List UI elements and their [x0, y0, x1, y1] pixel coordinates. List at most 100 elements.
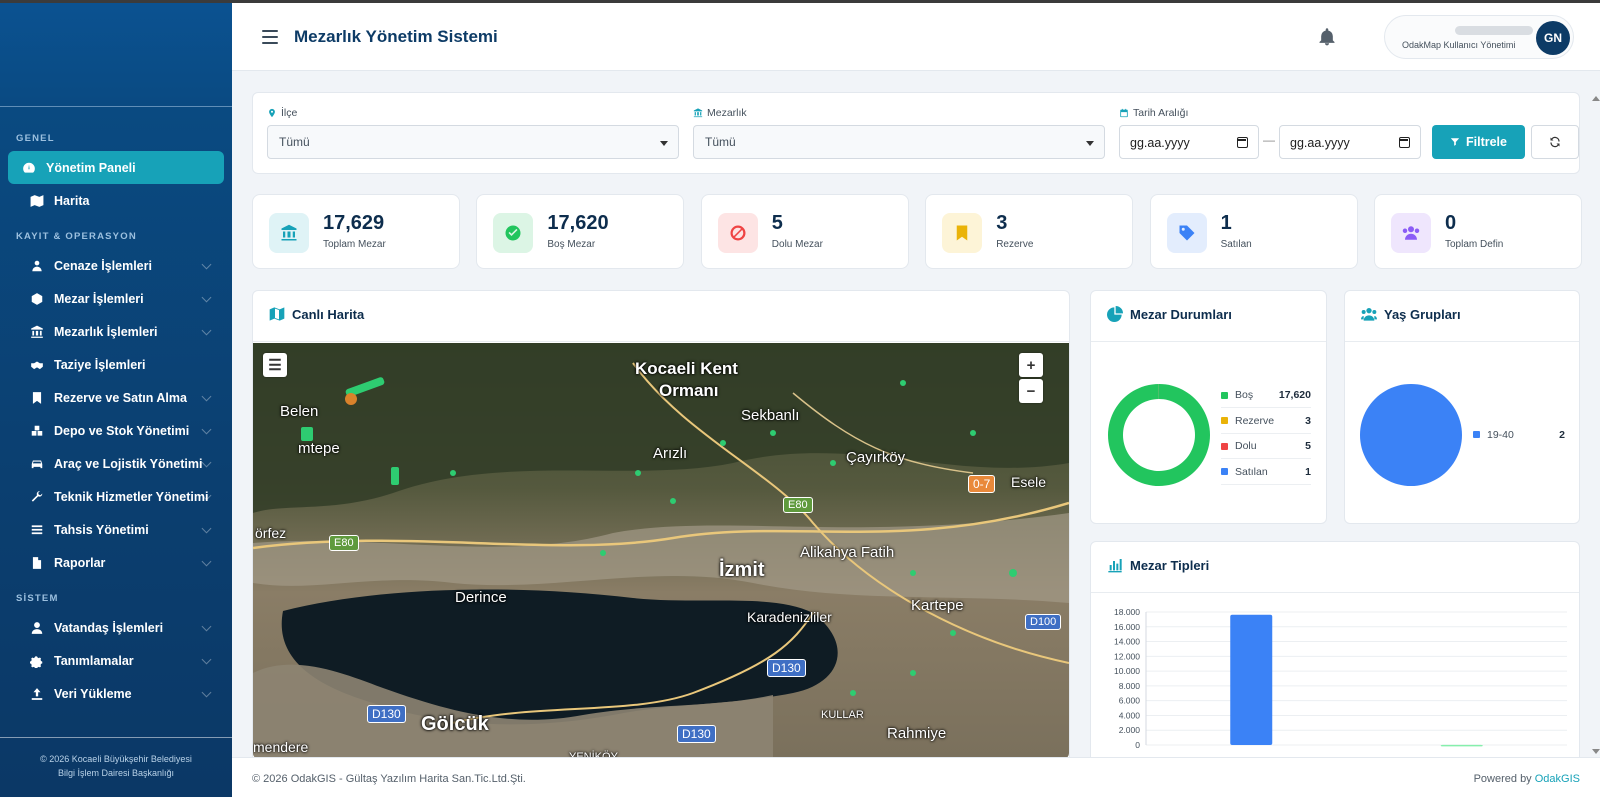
sidebar-item-raporlar[interactable]: Raporlar: [8, 546, 224, 579]
map-place-label: D100: [1025, 614, 1062, 630]
map-place-label: mtepe: [298, 440, 340, 457]
chevron-down-icon: [201, 325, 212, 336]
footer-copyright: © 2026 OdakGIS - Gültaş Yazılım Harita S…: [252, 773, 526, 785]
sidebar-item-araç-ve-lojistik-yönetimi[interactable]: Araç ve Lojistik Yönetimi: [8, 447, 224, 480]
scroll-up-icon[interactable]: [1592, 96, 1600, 101]
sidebar-item-rezerve-ve-satın-alma[interactable]: Rezerve ve Satın Alma: [8, 381, 224, 414]
cogs-icon: [30, 654, 44, 668]
ilce-select[interactable]: Tümü: [267, 125, 679, 159]
bar-0[interactable]: [1230, 614, 1273, 745]
calendar-icon[interactable]: [1237, 137, 1248, 148]
legend-label: 19-40: [1487, 428, 1514, 441]
mezar-tipleri-bar-chart: 18.000 16.000 14.000 12.000 10.000 8.000 6.000…: [1114, 607, 1567, 750]
map-place-label: KULLAR: [821, 709, 864, 721]
map-place-label: Belen: [280, 403, 319, 420]
sidebar-item-depo-ve-stok-yönetimi[interactable]: Depo ve Stok Yönetimi: [8, 414, 224, 447]
boxes-icon: [30, 424, 44, 438]
mezar-tipleri-panel: Mezar Tipleri 18.000 16.000 14.000 12.000 10…: [1090, 541, 1580, 760]
map-place-label: Kartepe: [911, 597, 964, 614]
mezarlik-label: Mezarlık: [693, 107, 747, 119]
stat-card-toplam-defin: 0 Toplam Defin: [1374, 194, 1582, 269]
zoom-out-button[interactable]: −: [1019, 379, 1043, 403]
stat-label: Satılan: [1220, 239, 1252, 250]
map-place-label: Kocaeli Kent: [635, 359, 738, 378]
live-map[interactable]: Kocaeli Kent Ormanı Belen mtepe Sekbanlı Arız…: [253, 343, 1069, 759]
legend-swatch: [1221, 468, 1228, 475]
hamburger-menu-icon[interactable]: [262, 30, 278, 44]
map-place-label: Gölcük: [421, 713, 489, 735]
sidebar-item-label: Depo ve Stok Yönetimi: [54, 423, 190, 438]
stat-card-dolu-mezar: 5 Dolu Mezar: [700, 194, 909, 269]
satellite-map-image[interactable]: [253, 343, 1069, 759]
map-place-label: D130: [767, 659, 806, 677]
chevron-down-icon: [201, 259, 212, 270]
zoom-in-button[interactable]: +: [1019, 353, 1043, 377]
mezar-durumlari-title: Mezar Durumları: [1107, 306, 1232, 322]
mezar-tipleri-title: Mezar Tipleri: [1107, 557, 1209, 573]
legend-swatch: [1473, 431, 1480, 438]
map-icon: [30, 194, 44, 208]
date-end-input[interactable]: gg.aa.yyyy: [1279, 125, 1421, 159]
sidebar-item-teknik-hizmetler-yönetimi[interactable]: Teknik Hizmetler Yönetimi: [8, 480, 224, 513]
sidebar-item-yönetim-paneli[interactable]: Yönetim Paneli: [8, 151, 224, 184]
stat-card-boş-mezar: 17,620 Boş Mezar: [476, 194, 685, 269]
calendar-icon[interactable]: [1399, 137, 1410, 148]
sidebar-item-mezarlık-i-şlemleri[interactable]: Mezarlık İşlemleri: [8, 315, 224, 348]
sidebar-item-taziye-i-şlemleri[interactable]: Taziye İşlemleri: [8, 348, 224, 381]
chevron-down-icon: [201, 523, 212, 534]
stat-card-satılan: 1 Satılan: [1149, 194, 1358, 269]
date-start-input[interactable]: gg.aa.yyyy: [1119, 125, 1259, 159]
legend-item[interactable]: Boş 17,620: [1221, 383, 1311, 408]
legend-item[interactable]: 19-40 2: [1473, 422, 1565, 447]
legend-label: Dolu: [1235, 440, 1257, 452]
check-circle-icon: [493, 213, 534, 253]
sidebar-item-tanımlamalar[interactable]: Tanımlamalar: [8, 644, 224, 677]
legend-swatch: [1221, 442, 1228, 450]
footer-brand-link[interactable]: OdakGIS: [1535, 773, 1580, 785]
mezar-tipleri-title-text: Mezar Tipleri: [1130, 557, 1210, 573]
legend-value: 17,620: [1278, 389, 1311, 401]
sidebar-item-veri-yükleme[interactable]: Veri Yükleme: [8, 677, 224, 710]
bell-icon[interactable]: [1317, 27, 1337, 47]
sidebar-item-label: Raporlar: [54, 555, 106, 570]
layers-list-icon[interactable]: ☰: [263, 353, 287, 377]
y-tick-label: 6.000: [1119, 696, 1141, 706]
refresh-button[interactable]: [1531, 125, 1579, 159]
avatar[interactable]: GN: [1536, 21, 1570, 55]
map-panel: Canlı Harita Kocaeli Kent Ormanı Belen m…: [252, 290, 1070, 760]
yas-gruplari-panel: Yaş Grupları 19-40 2: [1344, 290, 1580, 524]
sidebar-item-vatandaş-i-şlemleri[interactable]: Vatandaş İşlemleri: [8, 611, 224, 644]
donut-slice-boş[interactable]: [1108, 384, 1210, 486]
map-icon: [269, 307, 285, 321]
sidebar-item-tahsis-yönetimi[interactable]: Tahsis Yönetimi: [8, 513, 224, 546]
ban-icon: [717, 213, 758, 253]
scroll-down-icon[interactable]: [1592, 749, 1600, 754]
date-range-separator: —: [1263, 133, 1275, 147]
car-icon: [30, 457, 44, 471]
sidebar-item-label: Rezerve ve Satın Alma: [54, 390, 187, 405]
stat-card-toplam-mezar: 17,629 Toplam Mezar: [252, 194, 460, 269]
filter-button[interactable]: Filtrele: [1432, 125, 1525, 159]
stat-value: 0: [1445, 212, 1457, 234]
legend-item[interactable]: Dolu 5: [1221, 434, 1311, 459]
page-scrollbar[interactable]: [1590, 90, 1600, 760]
sidebar-item-mezar-i-şlemleri[interactable]: Mezar İşlemleri: [8, 282, 224, 315]
mezar-durumlari-title-text: Mezar Durumları: [1130, 306, 1232, 322]
legend-item[interactable]: Rezerve 3: [1221, 409, 1311, 434]
sidebar-item-harita[interactable]: Harita: [8, 184, 224, 217]
legend-item[interactable]: Satılan 1: [1221, 460, 1311, 485]
mezarlik-select[interactable]: Tümü: [693, 125, 1105, 159]
sidebar-item-cenaze-i-şlemleri[interactable]: Cenaze İşlemleri: [8, 249, 224, 282]
bookmark-icon: [942, 213, 983, 253]
box-icon: [30, 292, 44, 306]
bar-1[interactable]: [1440, 744, 1483, 747]
sidebar-item-label: Cenaze İşlemleri: [54, 258, 152, 273]
dashboard-icon: [22, 161, 36, 175]
pie-slice-19-40[interactable]: [1359, 384, 1462, 486]
file-icon: [30, 556, 44, 570]
map-panel-title-text: Canlı Harita: [292, 306, 365, 322]
map-place-label: D130: [367, 705, 406, 723]
chevron-down-icon: [660, 141, 668, 146]
user-icon: [30, 621, 44, 635]
user-menu[interactable]: OdakMap Kullanıcı Yönetimi GN: [1384, 15, 1574, 59]
